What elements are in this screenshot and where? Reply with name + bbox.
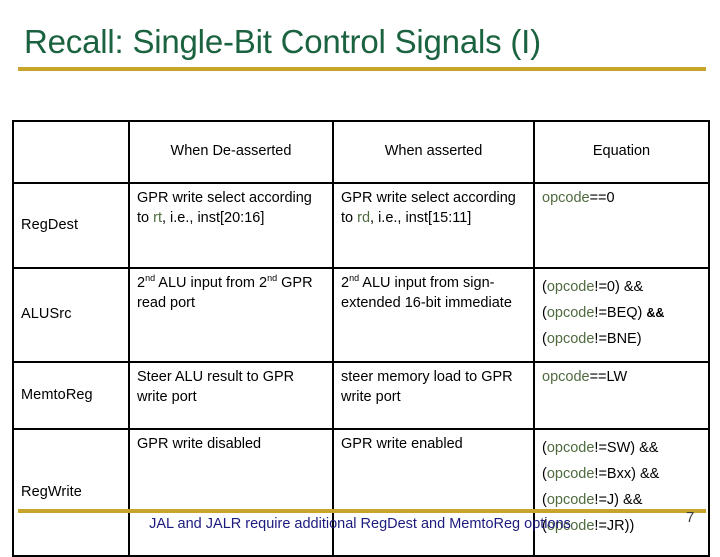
equation-line: (opcode!=BNE) [542,326,701,352]
column-header-signal [12,120,130,184]
ordinal-suffix: nd [267,273,278,284]
cell-memtoreg-asserted: steer memory load to GPR write port [332,361,535,430]
page-title: Recall: Single-Bit Control Signals (I) [24,23,541,60]
ordinal-suffix: nd [145,273,156,284]
slide-root: Recall: Single-Bit Control Signals (I) W… [0,0,720,557]
equation-operator: ==LW [589,369,628,385]
equation-and-operator: && [646,306,665,320]
equation-line: (opcode!=SW) && [542,435,701,461]
equation-operator: !=BEQ) [594,305,647,321]
page-number: 7 [686,509,695,526]
footer-note: JAL and JALR require additional RegDest … [149,516,571,532]
equation-operator: !=Bxx) && [594,466,660,482]
cell-text-b: , i.e., inst[20:16] [161,209,265,226]
ordinal-number: 2 [137,275,146,291]
cell-text-tail: ALU input from sign-extended 16-bit imme… [341,275,512,311]
keyword-opcode: opcode [546,279,595,295]
cell-regwrite-equation: (opcode!=SW) && (opcode!=Bxx) && (opcode… [533,428,710,557]
equation-operator: !=SW) && [594,440,659,456]
equation-operator: ==0 [589,190,615,206]
keyword-opcode: opcode [542,190,590,206]
cell-alusrc-deasserted: 2nd ALU input from 2nd GPR read port [128,267,334,363]
column-header-equation: Equation [533,120,710,184]
equation-line: (opcode!=BEQ) && [542,300,701,326]
signal-name-memtoreg: MemtoReg [12,361,130,430]
table-row: MemtoReg Steer ALU result to GPR write p… [12,361,710,430]
equation-line: (opcode!=Bxx) && [542,461,701,487]
title-divider-rule [18,67,706,71]
cell-alusrc-asserted: 2nd ALU input from sign-extended 16-bit … [332,267,535,363]
ordinal-number: 2 [259,275,268,291]
equation-line: opcode==0 [542,189,701,209]
cell-memtoreg-deasserted: Steer ALU result to GPR write port [128,361,334,430]
keyword-rt: rt [153,209,162,226]
footer-divider-rule [18,509,706,513]
keyword-opcode: opcode [546,440,595,456]
column-header-deasserted: When De-asserted [128,120,334,184]
cell-memtoreg-equation: opcode==LW [533,361,710,430]
signal-name-regwrite: RegWrite [12,428,130,557]
equation-operator: !=BNE) [594,331,642,347]
keyword-opcode: opcode [542,369,590,385]
signal-name-regdest: RegDest [12,182,130,269]
equation-operator: !=J) && [594,492,643,508]
cell-regwrite-deasserted: GPR write disabled [128,428,334,557]
cell-regwrite-asserted: GPR write enabled [332,428,535,557]
equation-line: (opcode!=0) && [542,274,701,300]
equation-line: opcode==LW [542,368,701,388]
ordinal-suffix: nd [349,273,360,284]
keyword-opcode: opcode [546,466,595,482]
cell-regdest-deasserted: GPR write select according to rt, i.e., … [128,182,334,269]
control-signals-table: When De-asserted When asserted Equation … [12,120,710,557]
column-header-asserted: When asserted [332,120,535,184]
signal-name-alusrc: ALUSrc [12,267,130,363]
table-row: ALUSrc 2nd ALU input from 2nd GPR read p… [12,267,710,363]
cell-text-mid: ALU input from [155,275,260,291]
ordinal-number: 2 [341,275,350,291]
keyword-opcode: opcode [546,331,595,347]
keyword-opcode: opcode [546,305,595,321]
keyword-rd: rd [357,209,371,226]
table-row: RegWrite GPR write disabled GPR write en… [12,428,710,557]
cell-alusrc-equation: (opcode!=0) && (opcode!=BEQ) && (opcode!… [533,267,710,363]
cell-regdest-asserted: GPR write select according to rd, i.e., … [332,182,535,269]
equation-operator: !=0) && [594,279,644,295]
table-row: RegDest GPR write select according to rt… [12,182,710,269]
table-header-row: When De-asserted When asserted Equation [12,120,710,184]
keyword-opcode: opcode [546,492,595,508]
cell-regdest-equation: opcode==0 [533,182,710,269]
cell-text-b: , i.e., inst[15:11] [370,209,472,226]
